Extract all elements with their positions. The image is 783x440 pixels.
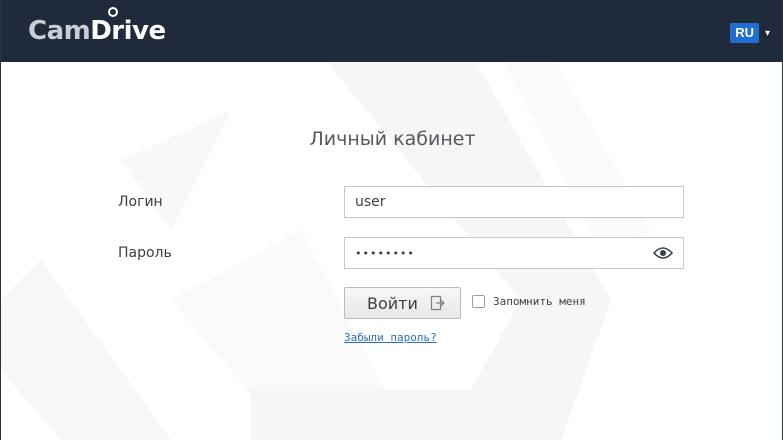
remember-me[interactable]: Запомнить меня: [472, 295, 586, 308]
login-button-label: Войти: [367, 293, 418, 313]
language-badge[interactable]: RU: [730, 23, 759, 43]
app-window: CamDrive RU ▾ Личный кабинет Логин user …: [0, 0, 783, 440]
logo-text-drive-label: Drive: [90, 16, 166, 46]
remember-me-label[interactable]: Запомнить меня: [493, 295, 586, 308]
page-title: Личный кабинет: [309, 128, 476, 150]
camdrive-logo: CamDrive: [28, 7, 166, 46]
watermark-graphic: [1, 0, 651, 440]
login-button[interactable]: Войти: [344, 287, 461, 319]
show-password-eye-icon[interactable]: [653, 246, 673, 260]
forgot-password-link[interactable]: Забыли пароль?: [344, 331, 437, 344]
login-label: Логин: [118, 194, 163, 210]
logo-text-drive: Drive: [90, 7, 166, 46]
remember-me-checkbox[interactable]: [472, 295, 485, 308]
top-navigation-bar: CamDrive RU ▾: [1, 0, 782, 62]
login-arrow-icon: [430, 295, 445, 311]
password-input[interactable]: ••••••••: [344, 237, 684, 269]
language-caret-icon[interactable]: ▾: [765, 28, 770, 39]
password-value: ••••••••: [355, 247, 415, 260]
password-label: Пароль: [118, 245, 172, 261]
login-input[interactable]: user: [344, 186, 684, 218]
language-selector[interactable]: RU ▾: [730, 23, 770, 43]
logo-text-cam: Cam: [28, 16, 91, 46]
